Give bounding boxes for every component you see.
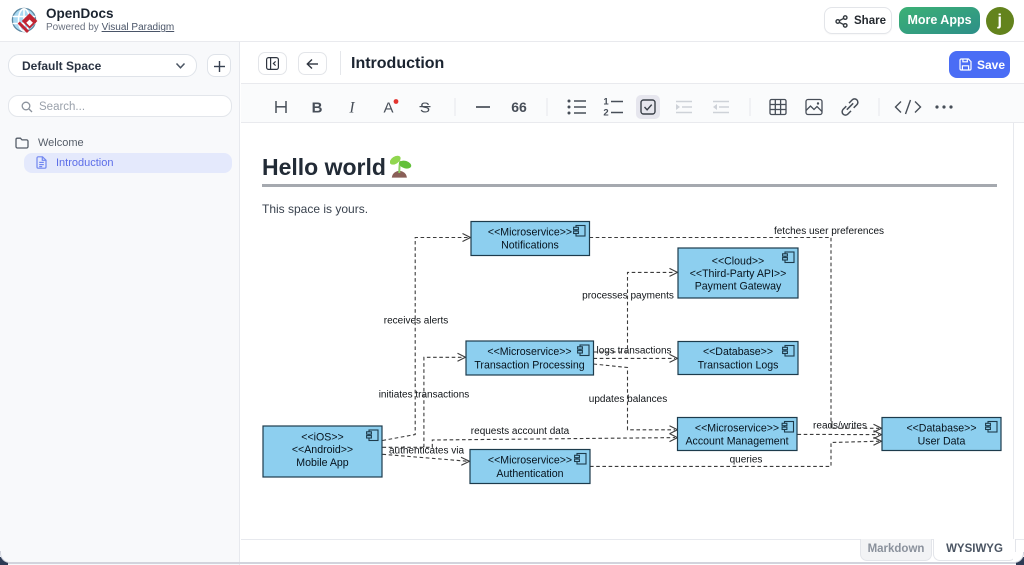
svg-text:A: A [383, 99, 393, 116]
svg-text:I: I [348, 99, 355, 116]
svg-text:Account Management: Account Management [685, 435, 788, 447]
svg-text:fetches user preferences: fetches user preferences [774, 226, 884, 237]
svg-text:logs transactions: logs transactions [596, 346, 671, 357]
svg-text:receives alerts: receives alerts [384, 315, 448, 326]
svg-text:<<Database>>: <<Database>> [906, 422, 976, 434]
svg-text:<<Database>>: <<Database>> [703, 346, 773, 358]
svg-text:<<Microservice>>: <<Microservice>> [488, 455, 572, 467]
svg-text:Mobile App: Mobile App [296, 457, 349, 469]
svg-text:<<Microservice>>: <<Microservice>> [487, 346, 571, 358]
svg-text:2: 2 [603, 108, 608, 119]
svg-text:66: 66 [511, 99, 527, 115]
svg-text:<<Cloud>>: <<Cloud>> [712, 255, 764, 267]
svg-text:requests account data: requests account data [471, 426, 570, 437]
svg-text:Payment Gateway: Payment Gateway [695, 280, 782, 292]
svg-text:<<Third-Party API>>: <<Third-Party API>> [690, 268, 787, 280]
svg-text:S: S [420, 99, 430, 116]
svg-text:<<Android>>: <<Android>> [292, 444, 353, 456]
svg-text:<<Microservice>>: <<Microservice>> [488, 226, 572, 238]
svg-text:queries: queries [730, 454, 763, 465]
svg-text:Authentication: Authentication [496, 468, 563, 480]
svg-text:reads/writes: reads/writes [813, 421, 867, 432]
svg-text:B: B [312, 99, 323, 116]
svg-text:Notifications: Notifications [501, 239, 559, 251]
svg-text:Transaction Processing: Transaction Processing [474, 359, 584, 371]
svg-text:Transaction Logs: Transaction Logs [698, 359, 779, 371]
svg-text:1: 1 [603, 97, 609, 108]
svg-text:<<iOS>>: <<iOS>> [301, 432, 343, 444]
svg-text:<<Microservice>>: <<Microservice>> [695, 422, 779, 434]
svg-text:User Data: User Data [918, 435, 966, 447]
